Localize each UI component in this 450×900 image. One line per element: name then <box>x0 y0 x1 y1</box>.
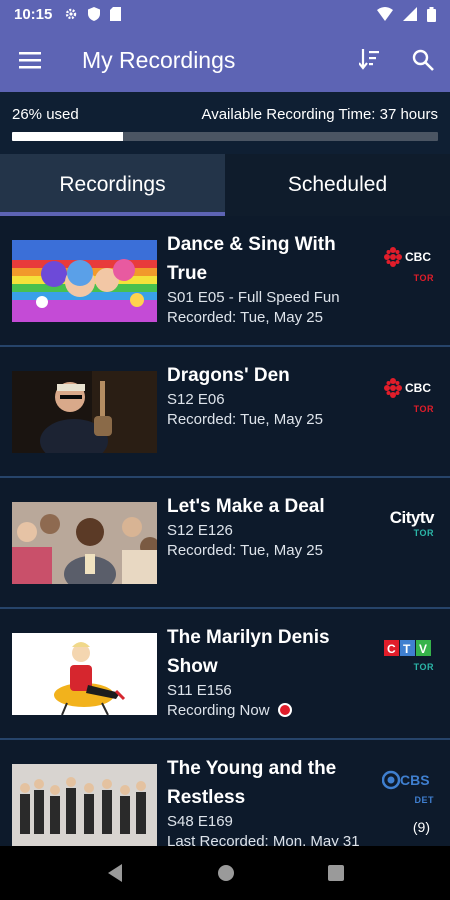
status-time: 10:15 <box>14 5 53 23</box>
tab-scheduled[interactable]: Scheduled <box>225 154 450 216</box>
list-item[interactable]: Let's Make a Deal S12 E126 Recorded: Tue… <box>0 478 450 609</box>
recording-episode: S48 E169 <box>167 813 233 830</box>
channel-logo: Citytv TOR <box>382 508 435 538</box>
thumbnail <box>12 633 157 715</box>
svg-text:C: C <box>387 642 396 656</box>
list-item[interactable]: The Marilyn Denis Show S11 E156 Recordin… <box>0 609 450 740</box>
menu-button[interactable] <box>0 28 60 92</box>
storage-used-label: 26% used <box>12 106 79 123</box>
episode-count-badge: (9) <box>412 819 430 835</box>
settings-icon <box>66 8 77 20</box>
channel-region: TOR <box>413 662 434 672</box>
list-item[interactable]: Dragons' Den S12 E06 Recorded: Tue, May … <box>0 347 450 478</box>
back-icon[interactable] <box>106 863 124 883</box>
recording-episode: S12 E06 <box>167 391 225 408</box>
recording-title: Let's Make a Deal <box>167 496 325 517</box>
channel-logo: CBS DET (9) <box>381 770 434 835</box>
recording-title: The Young and the Restless <box>167 758 337 808</box>
hamburger-icon <box>19 52 41 69</box>
page-title: My Recordings <box>82 46 236 73</box>
app-bar: My Recordings <box>0 28 450 92</box>
channel-logo: C T V TOR <box>382 639 434 672</box>
cbs-eye-icon: CBS <box>381 770 430 790</box>
home-icon[interactable] <box>217 864 235 882</box>
channel-name: CBC <box>405 250 431 264</box>
thumbnail <box>12 240 157 322</box>
thumbnail <box>12 764 157 846</box>
recording-status: Last Recorded: Mon, May 31 <box>167 833 360 846</box>
system-nav-bar <box>0 846 450 900</box>
cbc-gem-icon: CBC <box>384 247 431 267</box>
recording-episode: S12 E126 <box>167 522 233 539</box>
channel-name: CBS <box>400 772 430 788</box>
search-icon <box>412 49 434 71</box>
shield-icon <box>88 7 101 21</box>
channel-region: TOR <box>413 404 434 414</box>
recording-title: Dance & Sing With True <box>167 234 336 284</box>
channel-region: TOR <box>413 528 434 538</box>
sim-card-icon <box>110 7 122 21</box>
signal-icon <box>403 7 417 21</box>
storage-available-label: Available Recording Time: 37 hours <box>201 106 438 123</box>
svg-text:T: T <box>403 642 411 656</box>
recording-title: The Marilyn Denis Show <box>167 627 330 677</box>
recording-status: Recorded: Tue, May 25 <box>167 411 323 428</box>
channel-name: Citytv <box>389 508 435 527</box>
search-button[interactable] <box>396 28 450 92</box>
svg-text:V: V <box>419 642 427 656</box>
cbc-gem-icon: CBC <box>384 378 431 398</box>
channel-name: CBC <box>405 381 431 395</box>
status-bar: 10:15 <box>0 0 450 28</box>
sort-icon <box>359 49 379 70</box>
recording-episode: S01 E05 - Full Speed Fun <box>167 289 340 306</box>
wifi-icon <box>377 7 393 21</box>
channel-logo: CBC TOR <box>382 377 434 414</box>
recording-title: Dragons' Den <box>167 365 290 386</box>
channel-logo: CBC TOR <box>382 246 434 283</box>
recordings-list: Dance & Sing With True S01 E05 - Full Sp… <box>0 216 450 846</box>
recents-icon[interactable] <box>327 865 344 881</box>
recording-episode: S11 E156 <box>167 682 232 699</box>
thumbnail <box>12 371 157 453</box>
ctv-logo-icon: C T V <box>384 640 431 656</box>
recording-status-row: Recording Now <box>167 701 372 721</box>
recording-status: Recorded: Tue, May 25 <box>167 542 323 559</box>
recording-status: Recorded: Tue, May 25 <box>167 309 323 326</box>
storage-progress-bar <box>12 132 438 141</box>
channel-region: DET <box>414 795 434 805</box>
thumbnail <box>12 502 157 584</box>
tab-bar: Recordings Scheduled <box>0 154 450 216</box>
sort-button[interactable] <box>342 28 396 92</box>
tab-recordings[interactable]: Recordings <box>0 154 225 216</box>
list-item[interactable]: The Young and the Restless S48 E169 Last… <box>0 740 450 846</box>
storage-panel: 26% used Available Recording Time: 37 ho… <box>0 92 450 154</box>
channel-region: TOR <box>413 273 434 283</box>
recording-status: Recording Now <box>167 702 270 719</box>
battery-icon <box>427 6 436 22</box>
recording-live-icon <box>277 703 292 717</box>
list-item[interactable]: Dance & Sing With True S01 E05 - Full Sp… <box>0 216 450 347</box>
storage-progress-fill <box>12 132 123 141</box>
